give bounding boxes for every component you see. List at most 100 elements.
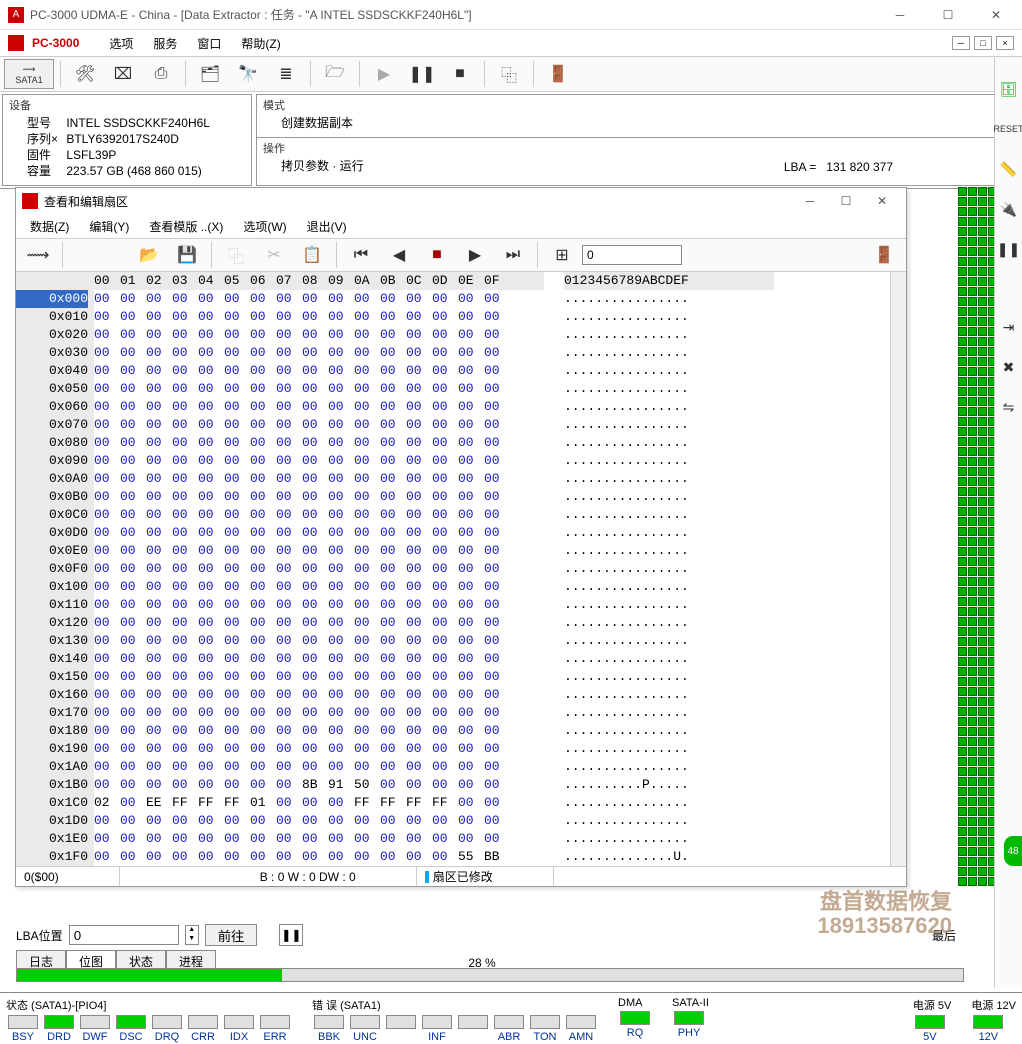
hex-ascii-row[interactable]: ................ [564,488,774,506]
hex-row[interactable]: 000000000000000000000000000055BB [94,848,544,866]
hex-ascii-row[interactable]: ................ [564,650,774,668]
goto-input[interactable] [582,245,682,265]
hex-ascii-row[interactable]: ................ [564,506,774,524]
hex-ascii-row[interactable]: ..............U. [564,848,774,866]
sw-menu-options[interactable]: 选项(W) [235,216,294,237]
menu-service[interactable]: 服务 [145,33,185,54]
hex-ascii-row[interactable]: ................ [564,758,774,776]
hex-ascii-row[interactable]: ................ [564,290,774,308]
hex-offset[interactable]: 0x190 [16,740,88,758]
hex-row[interactable]: 00000000000000000000000000000000 [94,488,544,506]
hex-row[interactable]: 00000000000000000000000000000000 [94,812,544,830]
hex-offset[interactable]: 0x0F0 [16,560,88,578]
hex-row[interactable]: 0200EEFFFFFF01000000FFFFFFFF0000 [94,794,544,812]
hex-ascii-row[interactable]: ................ [564,578,774,596]
lba-pos-spinner[interactable]: ▲▼ [185,925,199,945]
menu-window[interactable]: 窗口 [189,33,229,54]
hex-offset[interactable]: 0x0A0 [16,470,88,488]
last-icon[interactable]: ⏭ [495,240,531,270]
hex-ascii-row[interactable]: ................ [564,812,774,830]
hex-ascii-row[interactable]: ................ [564,632,774,650]
hex-ascii-row[interactable]: ................ [564,596,774,614]
list-icon[interactable]: ≣ [268,59,304,89]
hex-ascii-row[interactable]: ................ [564,542,774,560]
cut-icon[interactable]: ✂ [256,240,292,270]
hex-row[interactable]: 00000000000000000000000000000000 [94,740,544,758]
hex-offset[interactable]: 0x170 [16,704,88,722]
hex-row[interactable]: 00000000000000000000000000000000 [94,344,544,362]
mdi-minimize[interactable]: ─ [952,36,970,50]
goto-button[interactable]: 前往 [205,924,258,946]
exit-icon[interactable]: 🚪 [866,240,902,270]
hex-ascii-row[interactable]: ................ [564,722,774,740]
hex-offset[interactable]: 0x080 [16,434,88,452]
pause-icon[interactable]: ❚❚ [404,59,440,89]
hex-offset[interactable]: 0x0C0 [16,506,88,524]
hex-ascii-row[interactable]: ................ [564,326,774,344]
save-icon[interactable]: 💾 [169,240,205,270]
hex-row[interactable]: 00000000000000000000000000000000 [94,326,544,344]
hex-offset[interactable]: 0x040 [16,362,88,380]
pause-icon[interactable]: ❚❚ [998,238,1020,260]
hex-row[interactable]: 00000000000000000000000000000000 [94,596,544,614]
hex-offset[interactable]: 0x100 [16,578,88,596]
hex-ascii-row[interactable]: ................ [564,560,774,578]
hex-row[interactable]: 00000000000000000000000000000000 [94,560,544,578]
hex-ascii-row[interactable]: ................ [564,794,774,812]
hex-offset[interactable]: 0x030 [16,344,88,362]
hex-row[interactable]: 00000000000000000000000000000000 [94,650,544,668]
hex-ascii-row[interactable]: ................ [564,524,774,542]
mdi-maximize[interactable]: □ [974,36,992,50]
db-icon[interactable]: 🗄 [998,78,1020,100]
hex-offset[interactable]: 0x130 [16,632,88,650]
hex-row[interactable]: 00000000000000000000000000000000 [94,452,544,470]
reset-icon[interactable]: RESET [998,118,1020,140]
hex-offset[interactable]: 0x010 [16,308,88,326]
hex-row[interactable]: 00000000000000000000000000000000 [94,668,544,686]
hex-offset[interactable]: 0x060 [16,398,88,416]
lba-pos-input[interactable] [69,925,179,945]
hex-offset[interactable]: 0x090 [16,452,88,470]
hex-row[interactable]: 00000000000000000000000000000000 [94,506,544,524]
hex-offset[interactable]: 0x1F0 [16,848,88,866]
port-icon[interactable]: ⟿ [20,240,56,270]
hex-row[interactable]: 00000000000000000000000000000000 [94,362,544,380]
hex-offset[interactable]: 0x1A0 [16,758,88,776]
ruler-icon[interactable]: 📏 [998,158,1020,180]
sw-menu-exit[interactable]: 退出(V) [299,216,355,237]
hex-row[interactable]: 00000000000000000000000000000000 [94,416,544,434]
open-icon[interactable]: 📂 [131,240,167,270]
sector-win-maximize[interactable]: ☐ [828,194,864,208]
exit-icon[interactable]: 🚪 [540,59,576,89]
mdi-close[interactable]: × [996,36,1014,50]
hex-scrollbar[interactable] [890,272,906,866]
hex-row[interactable]: 00000000000000000000000000000000 [94,704,544,722]
hex-offset[interactable]: 0x0D0 [16,524,88,542]
right-badge[interactable]: 48 [1004,836,1022,866]
hex-offset[interactable]: 0x140 [16,650,88,668]
sw-menu-template[interactable]: 查看模版 ..(X) [141,216,231,237]
hex-offset[interactable]: 0x110 [16,596,88,614]
hex-row[interactable]: 00000000000000000000000000000000 [94,380,544,398]
hex-row[interactable]: 00000000000000000000000000000000 [94,434,544,452]
hex-offset[interactable]: 0x050 [16,380,88,398]
hex-offset[interactable]: 0x0B0 [16,488,88,506]
tree-icon[interactable]: 🗂 [192,59,228,89]
pause-button[interactable]: ❚❚ [279,924,303,946]
hex-ascii-row[interactable]: ................ [564,434,774,452]
paste-icon[interactable]: 📋 [294,240,330,270]
hex-row[interactable]: 00000000000000000000000000000000 [94,632,544,650]
copy-icon[interactable]: ⿻ [491,59,527,89]
hex-ascii-row[interactable]: ................ [564,308,774,326]
hex-ascii-row[interactable]: ................ [564,452,774,470]
hex-offset[interactable]: 0x070 [16,416,88,434]
hex-ascii-row[interactable]: ................ [564,380,774,398]
hex-offset[interactable]: 0x1B0 [16,776,88,794]
hex-offset[interactable]: 0x160 [16,686,88,704]
cylinder-icon[interactable]: ⌧ [105,59,141,89]
hex-offset[interactable]: 0x000 [16,290,88,308]
stop-icon[interactable]: ■ [442,59,478,89]
stop-icon[interactable]: ■ [419,240,455,270]
hex-row[interactable]: 00000000000000000000000000000000 [94,308,544,326]
sw-menu-data[interactable]: 数据(Z) [22,216,77,237]
